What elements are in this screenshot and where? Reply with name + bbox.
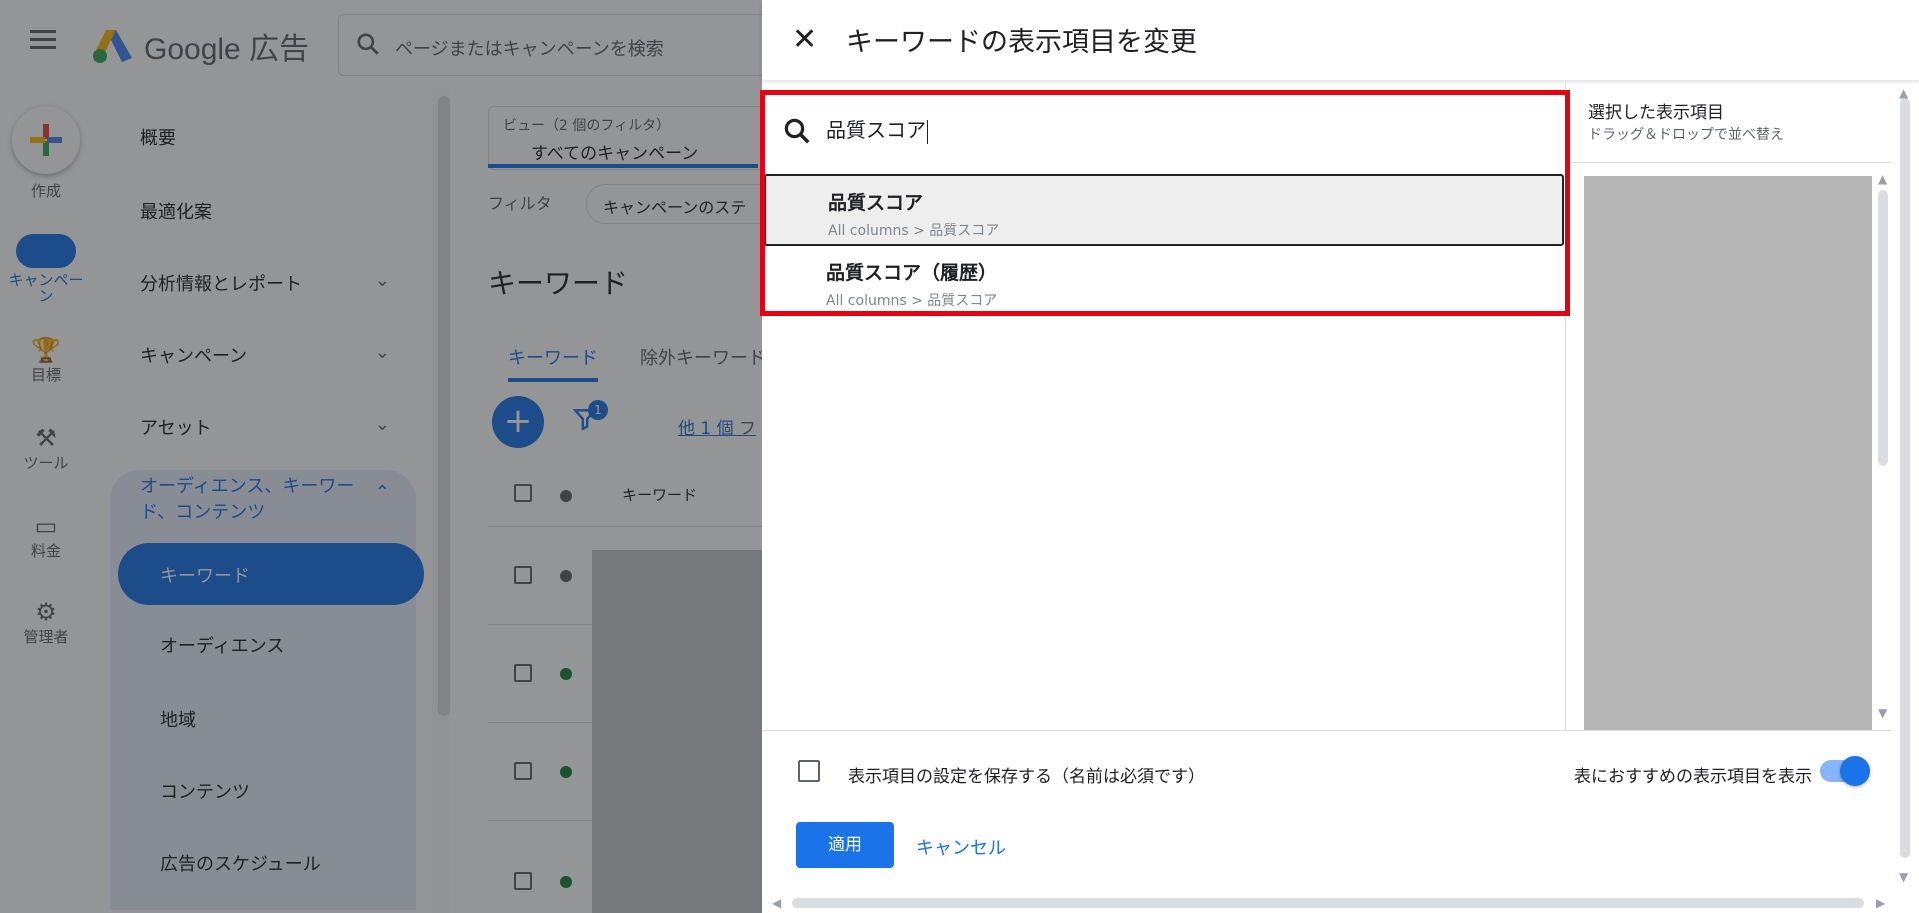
- search-result-title: 品質スコア（履歴）: [826, 262, 998, 284]
- search-result-item[interactable]: 品質スコア（履歴） All columns > 品質スコア: [764, 246, 1564, 318]
- selected-columns-scrollbar[interactable]: [1878, 190, 1888, 466]
- search-icon: [784, 118, 810, 144]
- search-result-item[interactable]: 品質スコア All columns > 品質スコア: [764, 174, 1564, 246]
- panel-title: キーワードの表示項目を変更: [846, 27, 1197, 58]
- apply-button[interactable]: 適用: [796, 822, 894, 868]
- recommended-columns-label: 表におすすめの表示項目を表示: [1574, 767, 1812, 787]
- save-columns-checkbox[interactable]: [798, 760, 820, 782]
- selected-columns-subtitle: ドラッグ＆ドロップで並べ替え: [1588, 127, 1784, 143]
- scroll-down-icon[interactable]: ▼: [1878, 706, 1887, 720]
- search-result-path: All columns > 品質スコア: [826, 293, 998, 309]
- column-search-value: 品質スコア: [826, 118, 926, 142]
- scroll-up-icon[interactable]: ▲: [1878, 172, 1887, 186]
- column-editor-panel: ✕ キーワードの表示項目を変更 品質スコア 品質スコア All columns …: [760, 0, 1919, 913]
- panel-header: ✕ キーワードの表示項目を変更: [762, 0, 1919, 80]
- text-caret: [927, 119, 928, 144]
- panel-horizontal-scrollbar[interactable]: [792, 898, 1864, 908]
- cancel-button[interactable]: キャンセル: [916, 834, 1006, 860]
- selected-columns-list[interactable]: [1584, 176, 1872, 730]
- recommended-columns-toggle[interactable]: [1820, 756, 1870, 786]
- toggle-knob: [1840, 756, 1870, 786]
- column-search-area: 品質スコア 品質スコア All columns > 品質スコア 品質スコア（履歴…: [760, 90, 1570, 730]
- save-columns-label: 表示項目の設定を保存する（名前は必須です）: [848, 767, 1205, 787]
- scroll-left-icon[interactable]: ◀: [772, 896, 781, 910]
- footer-divider: [762, 730, 1892, 731]
- scroll-up-icon[interactable]: ▲: [1899, 86, 1908, 100]
- search-result-path: All columns > 品質スコア: [828, 223, 1000, 239]
- panel-vertical-scrollbar[interactable]: [1900, 98, 1910, 858]
- selected-columns-area: 選択した表示項目 ドラッグ＆ドロップで並べ替え ▲ ▼: [1566, 80, 1891, 730]
- close-icon[interactable]: ✕: [792, 22, 817, 57]
- modal-scrim[interactable]: [0, 0, 762, 913]
- selected-columns-divider: [1566, 162, 1891, 163]
- column-search-input[interactable]: 品質スコア: [826, 114, 928, 144]
- search-result-title: 品質スコア: [828, 192, 924, 214]
- selected-columns-title: 選択した表示項目: [1588, 103, 1724, 123]
- scroll-down-icon[interactable]: ▼: [1899, 870, 1908, 884]
- scroll-right-icon[interactable]: ▶: [1876, 896, 1885, 910]
